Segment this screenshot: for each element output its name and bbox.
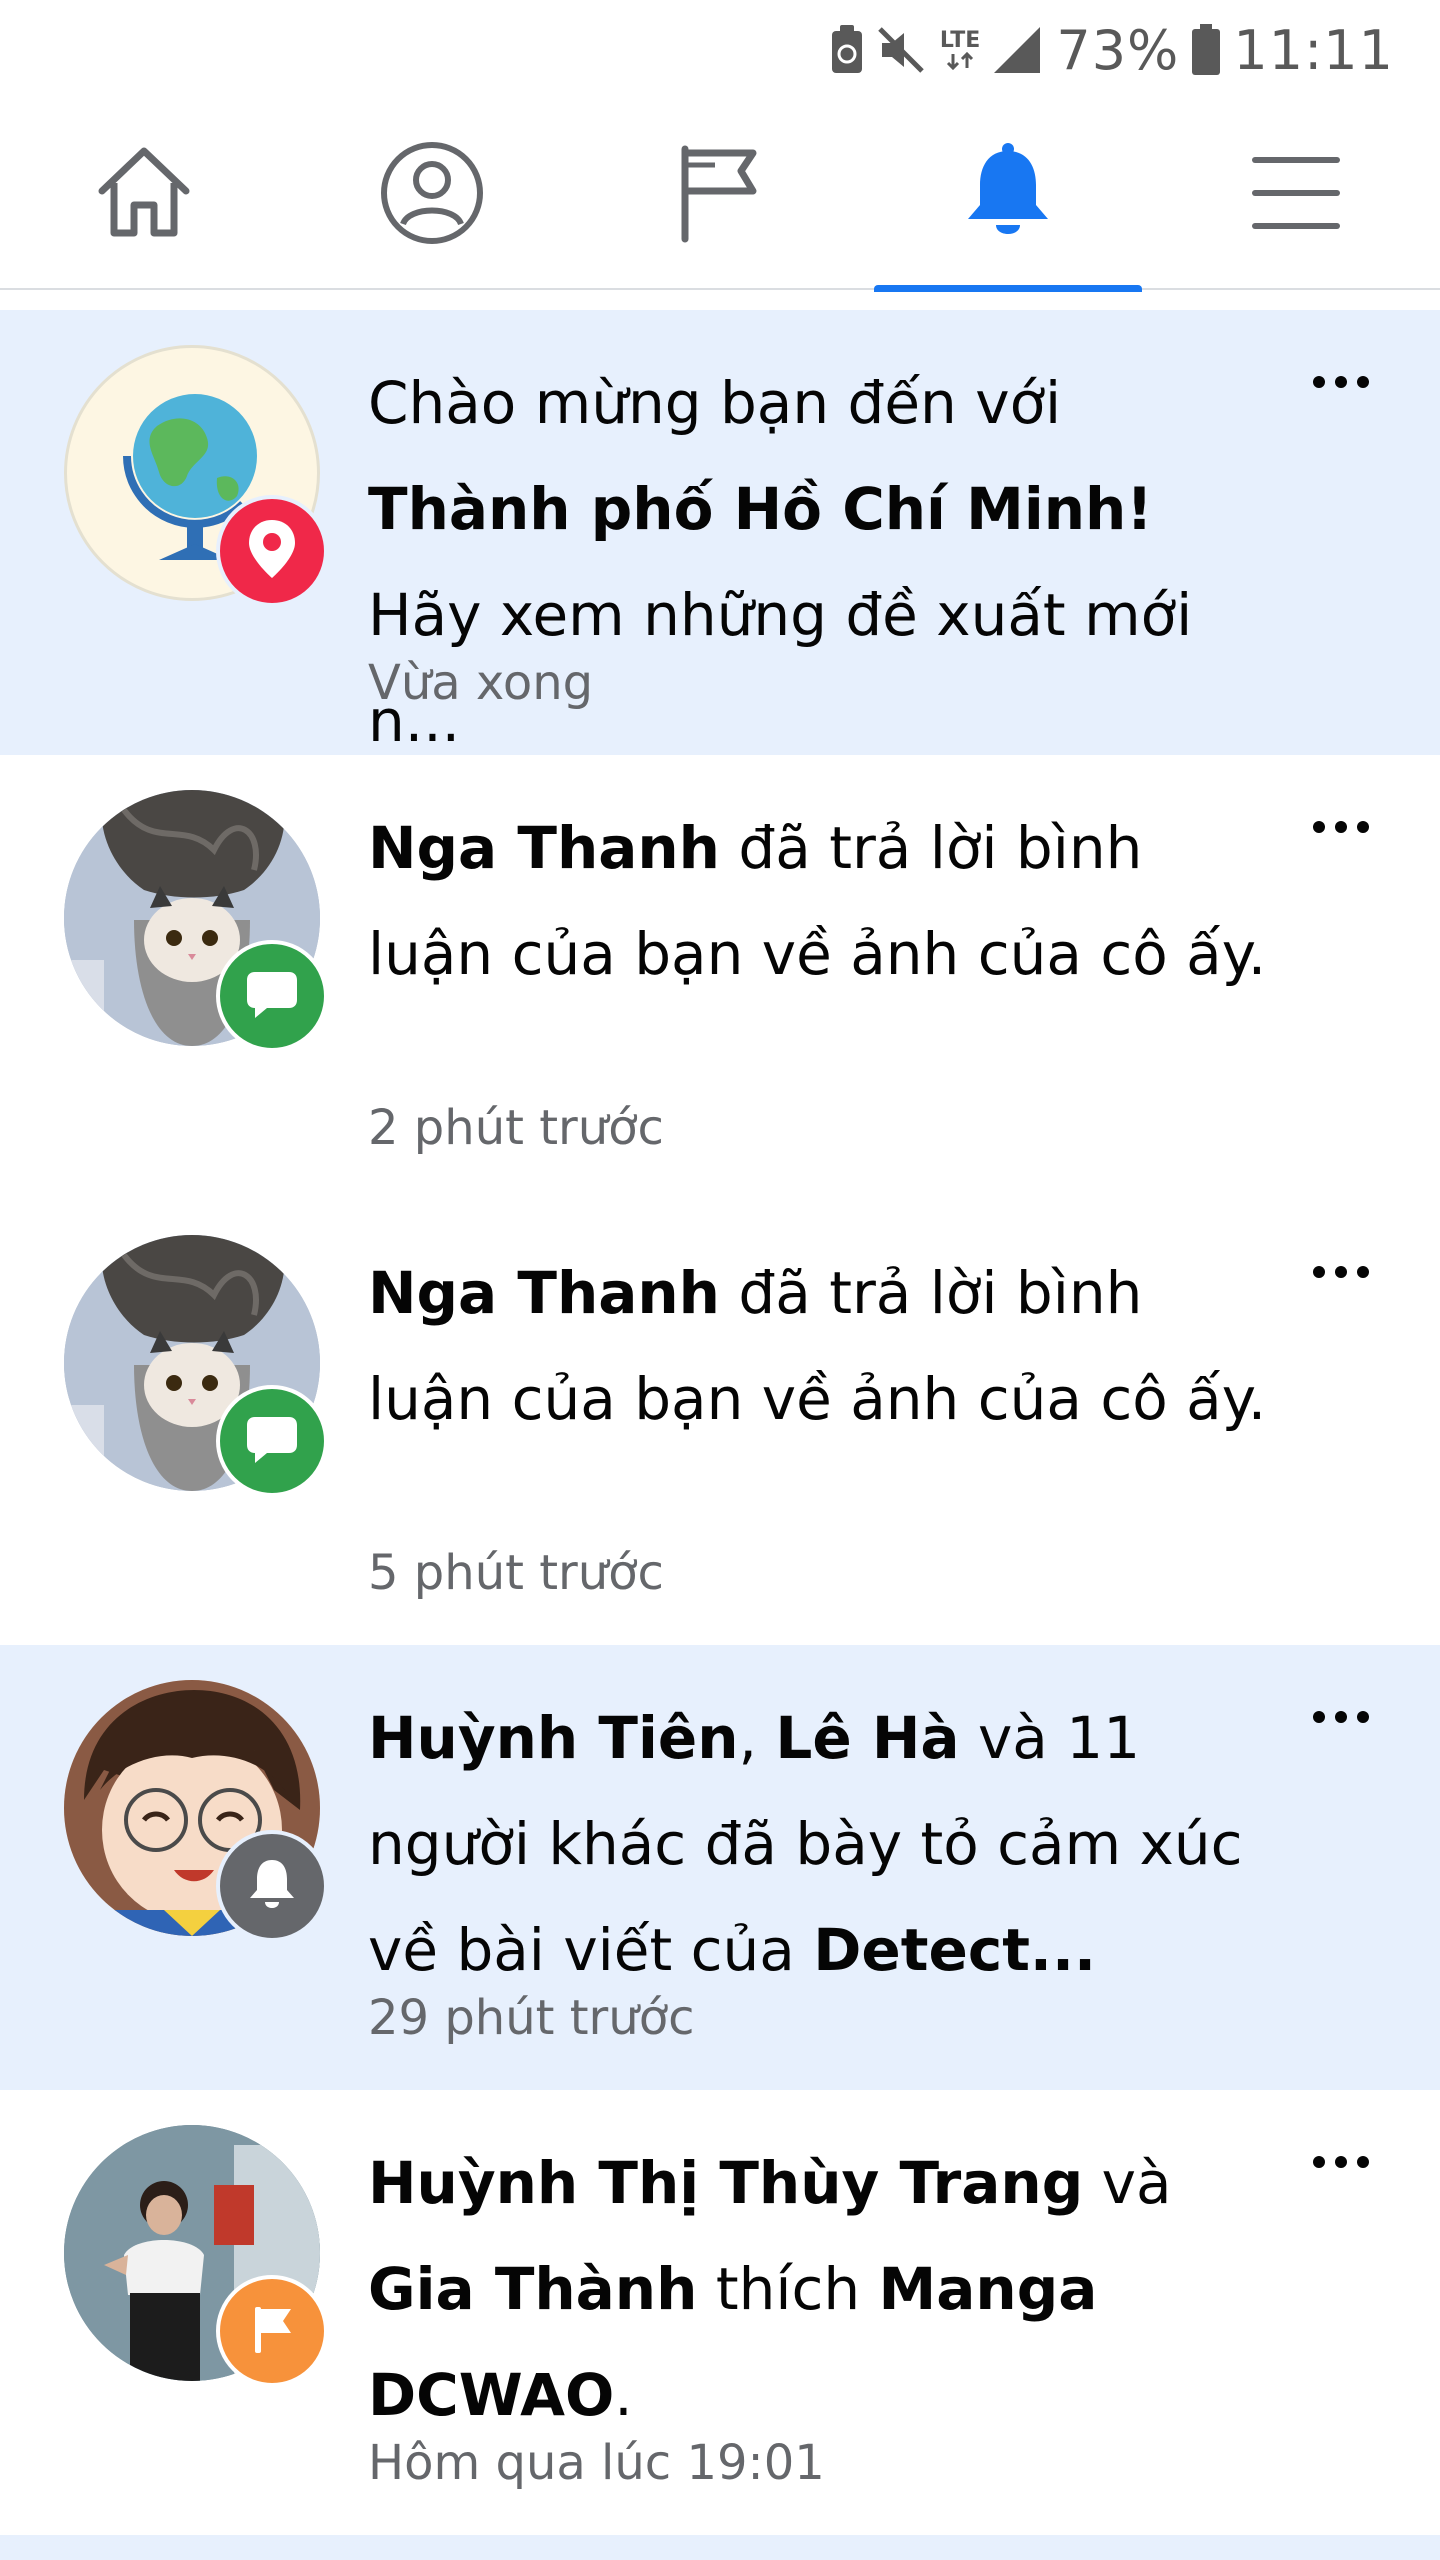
notification-time: Hôm qua lúc 19:01 (368, 2435, 825, 2491)
more-options-button[interactable] (1306, 348, 1376, 418)
notification-time: 29 phút trước (368, 1990, 695, 2046)
notification-item[interactable]: Nga Thanh đã trả lời bình luận của bạn v… (0, 755, 1440, 1200)
more-dots-icon (1311, 1264, 1371, 1283)
notification-text: Nga Thanh đã trả lời bình luận của bạn v… (368, 814, 1267, 988)
notification-text: Huỳnh Tiên, Lê Hà và 11 người khác đã bà… (368, 1704, 1243, 1984)
menu-icon (1248, 153, 1344, 237)
more-options-button[interactable] (1306, 2128, 1376, 2198)
flag-icon (247, 2303, 297, 2359)
battery-saver-icon (830, 25, 864, 75)
home-icon (94, 143, 194, 247)
comment-icon (245, 968, 299, 1024)
tab-profile[interactable] (288, 100, 576, 290)
notification-text: Nga Thanh đã trả lời bình luận của bạn v… (368, 1259, 1267, 1433)
pages-flag-icon (675, 143, 765, 247)
tab-home[interactable] (0, 100, 288, 290)
bell-badge (216, 1830, 328, 1942)
more-options-button[interactable] (1306, 1238, 1376, 1308)
network-type: LTE (940, 30, 980, 70)
more-dots-icon (1311, 819, 1371, 838)
flag-badge (216, 2275, 328, 2387)
more-dots-icon (1311, 1709, 1371, 1728)
tab-pages[interactable] (576, 100, 864, 290)
more-options-button[interactable] (1306, 1683, 1376, 1753)
profile-icon (379, 140, 485, 250)
clock: 11:11 (1233, 18, 1394, 82)
more-dots-icon (1311, 2154, 1371, 2173)
comment-badge (216, 1385, 328, 1497)
signal-icon (992, 25, 1044, 75)
location-pin-badge (216, 495, 328, 607)
status-bar: LTE 73% 11:11 (0, 0, 1440, 100)
bell-icon (960, 143, 1056, 247)
notification-item[interactable]: Chào mừng bạn đến với Thành phố Hồ Chí M… (0, 310, 1440, 755)
mute-icon (876, 25, 928, 75)
location-pin-icon (245, 518, 299, 584)
top-navigation (0, 100, 1440, 292)
notification-item[interactable]: Huỳnh Thị Thùy Trang và Gia Thành thích … (0, 2090, 1440, 2535)
tab-menu[interactable] (1152, 100, 1440, 290)
more-dots-icon (1311, 374, 1371, 393)
notification-item[interactable]: Huỳnh Tiên, Lê Hà và 11 người khác đã bà… (0, 1645, 1440, 2090)
notification-time: Vừa xong (368, 655, 594, 711)
tab-notifications[interactable] (864, 100, 1152, 292)
status-icons: LTE 73% 11:11 (830, 14, 1394, 86)
battery-icon (1191, 24, 1221, 76)
notification-time: 2 phút trước (368, 1100, 664, 1156)
comment-badge (216, 940, 328, 1052)
more-options-button[interactable] (1306, 793, 1376, 863)
notification-time: 5 phút trước (368, 1545, 664, 1601)
battery-percent: 73% (1056, 18, 1180, 82)
comment-icon (245, 1413, 299, 1469)
notification-list: Chào mừng bạn đến với Thành phố Hồ Chí M… (0, 310, 1440, 2535)
bell-icon (246, 1856, 298, 1916)
next-notification-edge (0, 2535, 1440, 2560)
notification-text: Huỳnh Thị Thùy Trang và Gia Thành thích … (368, 2149, 1172, 2429)
notification-item[interactable]: Nga Thanh đã trả lời bình luận của bạn v… (0, 1200, 1440, 1645)
